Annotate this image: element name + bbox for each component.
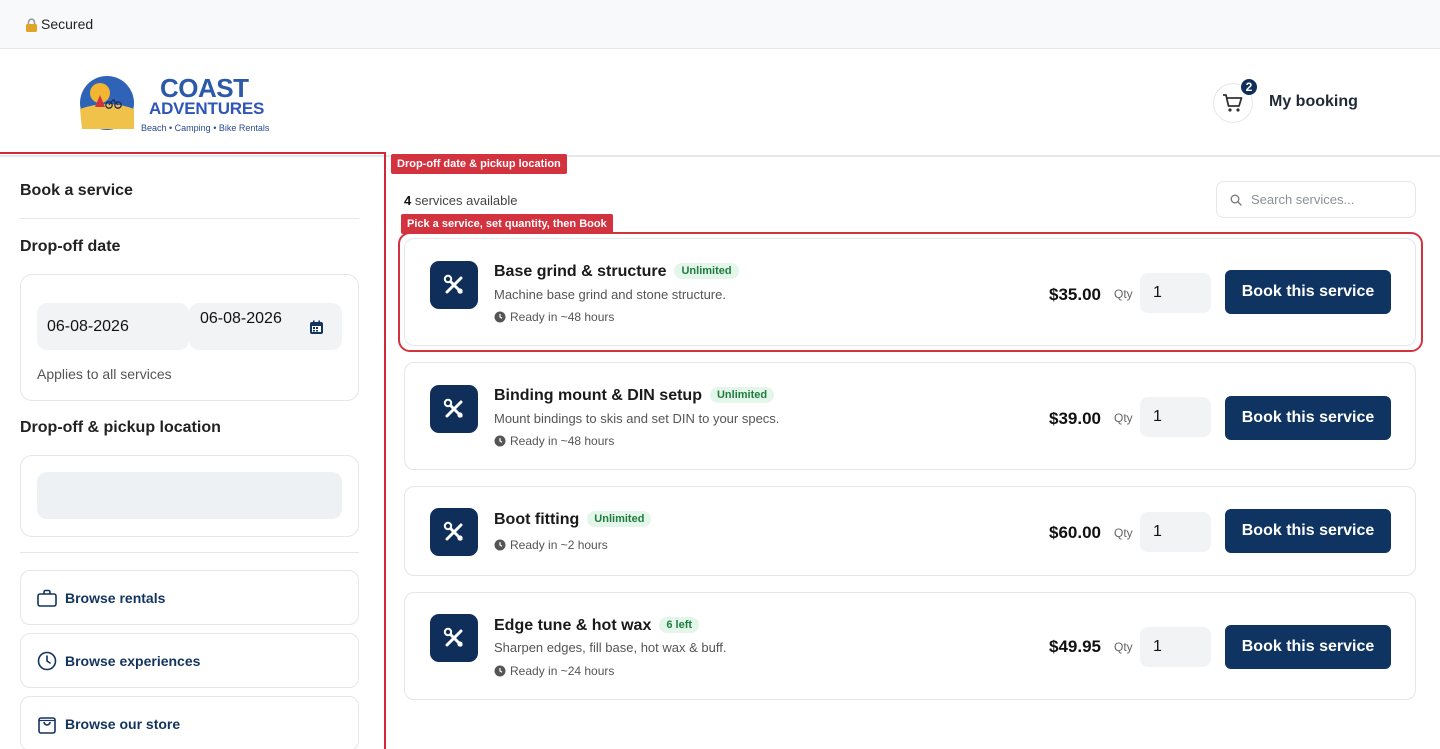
qty-input[interactable] (1140, 273, 1211, 313)
qty-label: Qty (1114, 526, 1133, 540)
clock-icon (494, 665, 506, 677)
service-ready-time: Ready in ~24 hours (494, 664, 614, 678)
service-name-text: Base grind & structure (494, 263, 667, 280)
service-card-binding-mount: Binding mount & DIN setup Unlimited Mount… (404, 362, 1416, 470)
sidebar-title: Book a service (20, 182, 133, 199)
qty-label: Qty (1114, 640, 1133, 654)
location-select[interactable] (37, 472, 342, 519)
browse-experiences-button[interactable]: Browse experiences (20, 633, 359, 688)
ready-text: Ready in ~2 hours (510, 538, 608, 552)
service-ready-time: Ready in ~48 hours (494, 310, 614, 324)
service-name-text: Boot fitting (494, 511, 580, 528)
applies-note: Applies to all services (37, 366, 172, 382)
service-annotation-tag: Pick a service, set quantity, then Book (401, 214, 613, 234)
service-card-base-grind: Base grind & structure Unlimited Machine … (404, 238, 1416, 346)
qty-label: Qty (1114, 287, 1133, 301)
service-description: Mount bindings to skis and set DIN to yo… (494, 411, 780, 426)
clock-icon (37, 651, 57, 670)
location-card (20, 455, 359, 537)
logo-tagline: Beach • Camping • Bike Rentals (141, 123, 270, 133)
service-card-boot-fitting: Boot fitting Unlimited Ready in ~2 hours … (404, 486, 1416, 576)
browse-rentals-button[interactable]: Browse rentals (20, 570, 359, 625)
booking-sidebar: Book a service Drop-off date 06-08-2026 … (0, 152, 386, 749)
service-card-edge-tune: Edge tune & hot wax 6 left Sharpen edges,… (404, 592, 1416, 700)
logo-title: COAST (160, 73, 249, 103)
tools-icon (430, 614, 478, 662)
qty-input[interactable] (1140, 512, 1211, 552)
clock-icon (494, 539, 506, 551)
service-name: Edge tune & hot wax 6 left (494, 617, 700, 635)
service-name: Base grind & structure Unlimited (494, 263, 739, 281)
book-service-button[interactable]: Book this service (1225, 396, 1391, 440)
lock-icon (26, 18, 37, 32)
location-annotation-tag: Drop-off date & pickup location (391, 154, 567, 174)
service-description: Sharpen edges, fill base, hot wax & buff… (494, 640, 727, 655)
book-service-button[interactable]: Book this service (1225, 625, 1391, 669)
search-icon (1230, 194, 1242, 206)
qty-input[interactable] (1140, 627, 1211, 667)
cart-icon (1223, 94, 1243, 112)
date-input[interactable]: 06-08-2026 (37, 303, 189, 350)
availability-badge: Unlimited (709, 387, 775, 403)
service-name-text: Edge tune & hot wax (494, 617, 652, 634)
services-count-suffix: services available (411, 193, 518, 208)
browse-rentals-label: Browse rentals (65, 589, 166, 606)
clock-icon (494, 435, 506, 447)
service-ready-time: Ready in ~2 hours (494, 538, 608, 552)
service-ready-time: Ready in ~48 hours (494, 434, 614, 448)
browse-store-label: Browse our store (65, 715, 181, 732)
divider (20, 218, 359, 219)
date-card: 06-08-2026 06-08-2026 Applies to all ser… (20, 274, 359, 401)
security-bar: Secured (0, 0, 1440, 49)
clock-icon (494, 311, 506, 323)
availability-badge: 6 left (659, 617, 700, 633)
service-price: $49.95 (1049, 637, 1101, 656)
browse-experiences-label: Browse experiences (65, 652, 201, 669)
services-count: 4 services available (404, 193, 517, 208)
service-name-text: Binding mount & DIN setup (494, 387, 702, 404)
book-service-button[interactable]: Book this service (1225, 270, 1391, 314)
cart-count-badge: 2 (1240, 78, 1258, 96)
calendar-icon[interactable] (309, 320, 324, 335)
service-price: $39.00 (1049, 409, 1101, 428)
ready-text: Ready in ~48 hours (510, 434, 615, 448)
browse-store-button[interactable]: Browse our store (20, 696, 359, 749)
tools-icon (430, 385, 478, 433)
qty-input[interactable] (1140, 397, 1211, 437)
service-name: Boot fitting Unlimited (494, 511, 652, 529)
date-value: 06-08-2026 (47, 318, 129, 335)
service-price: $35.00 (1049, 285, 1101, 304)
briefcase-icon (37, 589, 57, 607)
tools-icon (430, 508, 478, 556)
search-box[interactable] (1216, 181, 1416, 218)
date-picker-value: 06-08-2026 (200, 310, 282, 327)
shopping-bag-icon (38, 716, 56, 734)
ready-text: Ready in ~48 hours (510, 310, 615, 324)
site-header: COAST ADVENTURES Beach • Camping • Bike … (0, 49, 1440, 157)
availability-badge: Unlimited (674, 263, 739, 279)
service-name: Binding mount & DIN setup Unlimited (494, 387, 775, 405)
logo-subtitle: ADVENTURES (149, 99, 265, 118)
secured-label: Secured (41, 16, 94, 32)
my-booking-link[interactable]: My booking (1269, 93, 1358, 111)
service-description: Machine base grind and stone structure. (494, 287, 726, 302)
divider (20, 552, 359, 553)
availability-badge: Unlimited (587, 511, 652, 527)
location-label: Drop-off & pickup location (20, 419, 221, 436)
book-service-button[interactable]: Book this service (1225, 509, 1391, 553)
qty-label: Qty (1114, 411, 1133, 425)
date-picker[interactable]: 06-08-2026 (189, 303, 342, 350)
dropoff-date-label: Drop-off date (20, 238, 121, 255)
tools-icon (430, 261, 478, 309)
service-price: $60.00 (1049, 523, 1101, 542)
search-input[interactable] (1251, 192, 1401, 207)
beach-logo-icon (80, 76, 134, 130)
ready-text: Ready in ~24 hours (510, 664, 615, 678)
brand-logo[interactable]: COAST ADVENTURES Beach • Camping • Bike … (78, 73, 278, 139)
